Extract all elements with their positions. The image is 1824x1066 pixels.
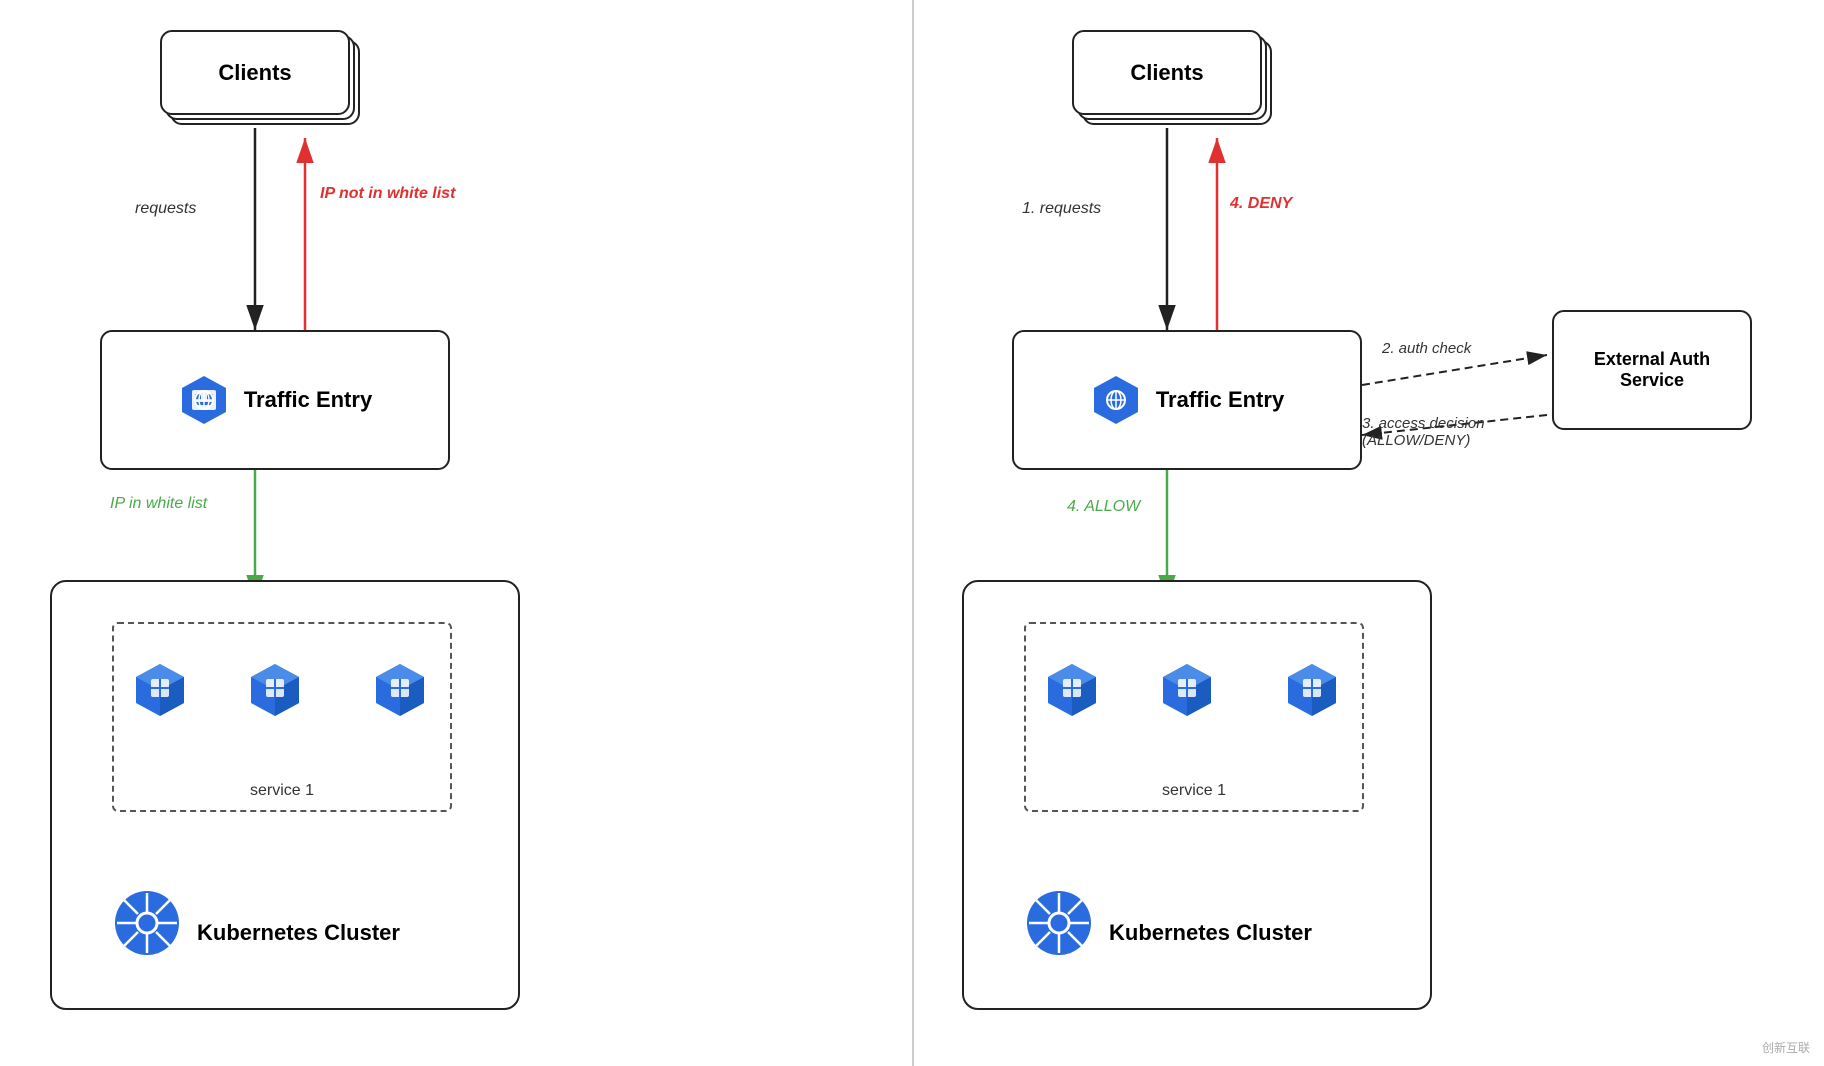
left-ip-whitelist-label: IP in white list	[110, 495, 207, 513]
left-hex-icon	[178, 374, 230, 426]
left-cube-1	[129, 659, 191, 721]
right-service-box: service 1	[1024, 622, 1364, 812]
clients-label: Clients	[218, 60, 291, 86]
right-traffic-entry-label: Traffic Entry	[1156, 387, 1284, 413]
right-k8s-cluster: service 1 Kubernetes Cluster	[962, 580, 1432, 1010]
left-diagram: Clients	[0, 0, 912, 1066]
right-deny-label: 4. DENY	[1230, 195, 1292, 213]
main-container: Clients	[0, 0, 1824, 1066]
ext-auth-box: External Auth Service	[1552, 310, 1752, 430]
right-allow-label: 4. ALLOW	[1067, 498, 1140, 516]
right-clients-label: Clients	[1130, 60, 1203, 86]
left-ip-not-whitelist-label: IP not in white list	[320, 185, 455, 203]
right-hex-icon	[1090, 374, 1142, 426]
watermark: 创新互联	[1756, 1037, 1816, 1058]
left-traffic-entry-box: Traffic Entry	[100, 330, 450, 470]
left-k8s-label: Kubernetes Cluster	[197, 920, 400, 946]
left-service-label: service 1	[250, 782, 314, 800]
right-service-label: service 1	[1162, 782, 1226, 800]
right-k8s-icon	[1024, 888, 1094, 958]
left-k8s-icon	[112, 888, 182, 958]
left-cube-3	[369, 659, 431, 721]
right-access-decision-label: 3. access decision(ALLOW/DENY)	[1362, 415, 1485, 449]
right-requests-label: 1. requests	[1022, 200, 1101, 218]
right-cube-2	[1156, 659, 1218, 721]
right-client-card-front: Clients	[1072, 30, 1262, 115]
right-cube-3	[1281, 659, 1343, 721]
left-clients: Clients	[160, 30, 360, 130]
ext-auth-label: External Auth Service	[1594, 349, 1710, 391]
right-diagram: Clients	[912, 0, 1824, 1066]
left-service-box: service 1	[112, 622, 452, 812]
left-k8s-cluster: service 1 Kubernetes Cluster	[50, 580, 520, 1010]
left-traffic-entry-label: Traffic Entry	[244, 387, 372, 413]
right-clients: Clients	[1072, 30, 1272, 130]
right-cube-1	[1041, 659, 1103, 721]
right-auth-check-label: 2. auth check	[1382, 340, 1471, 357]
right-k8s-label: Kubernetes Cluster	[1109, 920, 1312, 946]
right-traffic-entry-box: Traffic Entry	[1012, 330, 1362, 470]
left-cube-2	[244, 659, 306, 721]
left-requests-label: requests	[135, 200, 196, 218]
client-card-front: Clients	[160, 30, 350, 115]
